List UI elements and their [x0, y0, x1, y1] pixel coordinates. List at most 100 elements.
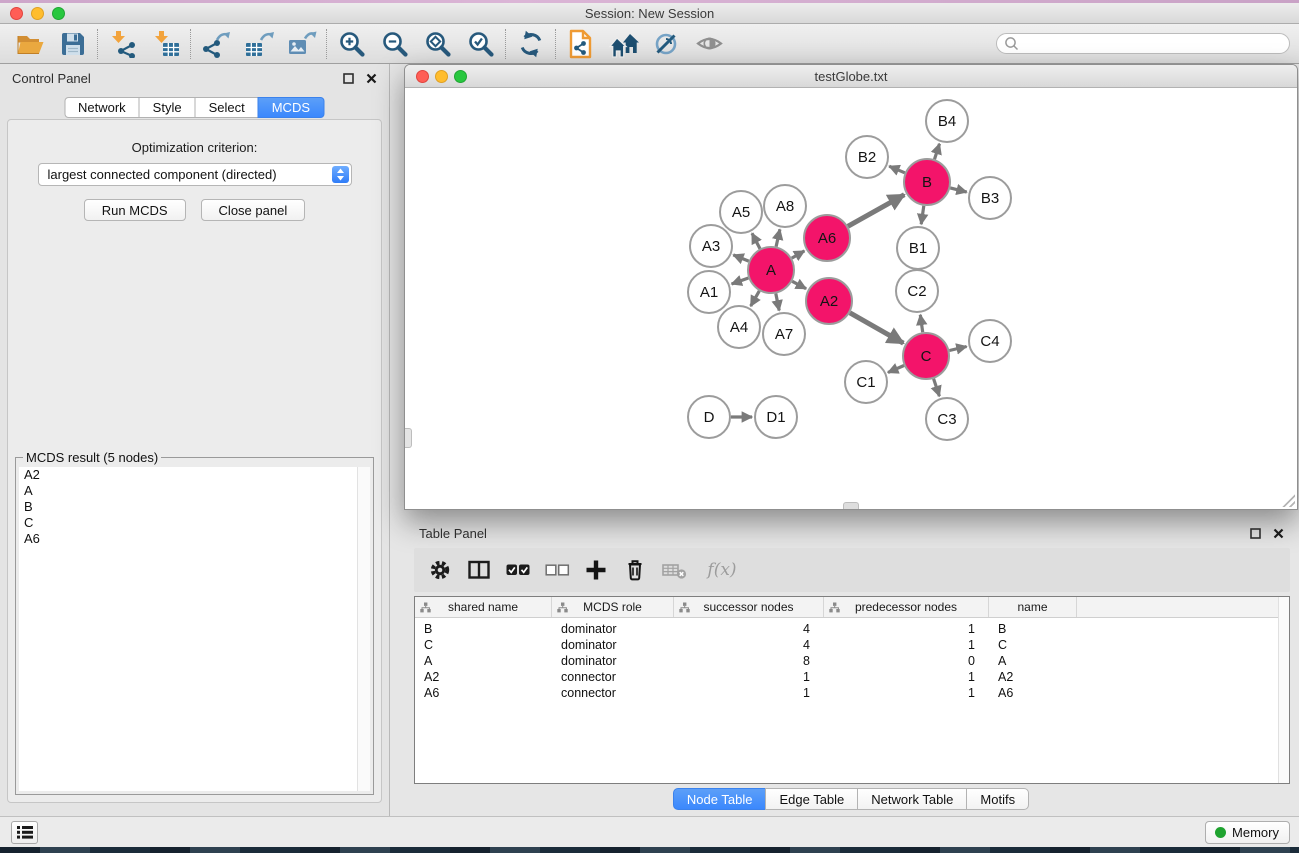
table-row[interactable]: Adominator80A	[415, 653, 1289, 669]
mcds-result-item[interactable]: A	[19, 483, 370, 499]
close-window-button[interactable]	[10, 7, 23, 20]
graph-edge-B-B3[interactable]	[950, 188, 966, 192]
network-canvas[interactable]: B4B2BB3A8A5A6A3B1AC2A1A2A4A7C4CC1DD1C3	[405, 88, 1297, 509]
new-network-from-selection-button[interactable]	[559, 26, 602, 62]
table-scrollbar-track[interactable]	[1278, 597, 1289, 783]
search-icon	[1004, 36, 1019, 51]
zoom-fit-button[interactable]	[416, 26, 459, 62]
graph-edge-C-C2[interactable]	[920, 315, 922, 332]
tab-node-table[interactable]: Node Table	[673, 788, 767, 810]
graph-edge-A-A7[interactable]	[776, 294, 779, 311]
graph-edge-C-C1[interactable]	[888, 366, 904, 373]
float-panel-icon[interactable]	[1250, 528, 1261, 539]
open-session-button[interactable]	[8, 26, 51, 62]
column-header-shared-name[interactable]: shared name	[415, 597, 552, 617]
criterion-selected-value: largest connected component (directed)	[48, 167, 277, 182]
zoom-in-button[interactable]	[330, 26, 373, 62]
import-network-icon	[108, 30, 138, 58]
app-titlebar[interactable]: Session: New Session	[0, 3, 1299, 24]
apply-layout-button[interactable]	[509, 26, 552, 62]
import-table-button[interactable]	[144, 26, 187, 62]
mcds-result-list[interactable]: A2ABCA6	[19, 467, 370, 791]
network-minimize-button[interactable]	[435, 70, 448, 83]
show-hide-button[interactable]	[688, 26, 731, 62]
graph-edge-A-A3[interactable]	[733, 255, 748, 261]
tab-edge-table[interactable]: Edge Table	[765, 788, 858, 810]
import-network-button[interactable]	[101, 26, 144, 62]
scrollbar-track[interactable]	[357, 467, 370, 791]
graph-edge-C-C3[interactable]	[934, 379, 940, 396]
close-panel-button[interactable]: Close panel	[201, 199, 306, 221]
select-all-columns-button[interactable]	[505, 557, 531, 583]
tab-motifs[interactable]: Motifs	[966, 788, 1029, 810]
zoom-selected-button[interactable]	[459, 26, 502, 62]
table-row[interactable]: A6connector11A6	[415, 685, 1289, 701]
column-view-button[interactable]	[466, 557, 492, 583]
zoom-window-button[interactable]	[52, 7, 65, 20]
zoom-out-button[interactable]	[373, 26, 416, 62]
table-settings-button[interactable]	[427, 557, 453, 583]
network-close-button[interactable]	[416, 70, 429, 83]
canvas-splitter-handle-bottom[interactable]	[843, 502, 859, 509]
network-canvas-svg[interactable]: B4B2BB3A8A5A6A3B1AC2A1A2A4A7C4CC1DD1C3	[405, 88, 1297, 509]
graph-edge-A-A5[interactable]	[752, 233, 760, 248]
table-row[interactable]: A2connector11A2	[415, 669, 1289, 685]
hide-graphics-details-button[interactable]	[645, 26, 688, 62]
graph-edge-A-A6[interactable]	[792, 251, 805, 258]
memory-status-icon	[1215, 827, 1226, 838]
minimize-window-button[interactable]	[31, 7, 44, 20]
function-builder-button[interactable]: f(x)	[700, 557, 744, 583]
float-panel-icon[interactable]	[343, 73, 354, 84]
graph-edge-C-C4[interactable]	[949, 347, 966, 351]
graph-edge-A-A2[interactable]	[792, 281, 806, 288]
table-row[interactable]: Cdominator41C	[415, 637, 1289, 653]
graph-edge-A2-C[interactable]	[850, 313, 904, 343]
delete-column-button[interactable]	[622, 557, 648, 583]
close-panel-icon[interactable]	[1273, 528, 1284, 539]
add-column-button[interactable]	[583, 557, 609, 583]
graph-edge-A-A4[interactable]	[751, 291, 760, 306]
tab-network-table[interactable]: Network Table	[857, 788, 967, 810]
network-window-titlebar[interactable]: testGlobe.txt	[405, 65, 1297, 88]
network-view-window[interactable]: testGlobe.txt B4B2BB3A8A5A6A3B1AC2A1A2A4…	[404, 64, 1298, 510]
column-header-predecessor-nodes[interactable]: predecessor nodes	[824, 597, 989, 617]
unselect-all-columns-button[interactable]	[544, 557, 570, 583]
network-zoom-button[interactable]	[454, 70, 467, 83]
tab-style[interactable]: Style	[139, 97, 196, 118]
mcds-result-item[interactable]: B	[19, 499, 370, 515]
cell-name: B	[989, 621, 1077, 637]
cell-mcds_role: connector	[552, 685, 674, 701]
graph-edge-B-B1[interactable]	[921, 206, 924, 224]
tab-network[interactable]: Network	[64, 97, 140, 118]
canvas-splitter-handle-left[interactable]	[405, 428, 412, 448]
graph-edge-B-B4[interactable]	[935, 144, 940, 159]
run-mcds-button[interactable]: Run MCDS	[84, 199, 186, 221]
cell-shared_name: A	[415, 653, 552, 669]
graph-edge-B-B2[interactable]	[889, 166, 905, 173]
search-box[interactable]	[996, 33, 1290, 54]
export-network-button[interactable]	[194, 26, 237, 62]
column-header-mcds-role[interactable]: MCDS role	[552, 597, 674, 617]
criterion-select[interactable]: largest connected component (directed)	[38, 163, 352, 186]
tab-mcds[interactable]: MCDS	[258, 97, 324, 118]
graph-edge-A-A8[interactable]	[776, 229, 780, 246]
memory-button[interactable]: Memory	[1205, 821, 1290, 844]
column-header-successor-nodes[interactable]: successor nodes	[674, 597, 824, 617]
mcds-result-item[interactable]: A6	[19, 531, 370, 547]
mcds-result-item[interactable]: A2	[19, 467, 370, 483]
table-row[interactable]: Bdominator41B	[415, 621, 1289, 637]
search-input[interactable]	[1019, 35, 1289, 52]
tab-select[interactable]: Select	[195, 97, 259, 118]
home-views-button[interactable]	[602, 26, 645, 62]
graph-edge-A-A1[interactable]	[732, 278, 749, 284]
graph-node-label: A	[766, 262, 776, 279]
column-header-name[interactable]: name	[989, 597, 1077, 617]
graph-edge-A6-B[interactable]	[848, 195, 904, 227]
save-session-button[interactable]	[51, 26, 94, 62]
close-panel-icon[interactable]	[366, 73, 377, 84]
task-history-button[interactable]	[11, 821, 38, 844]
export-table-button[interactable]	[237, 26, 280, 62]
delete-table-button[interactable]	[661, 557, 687, 583]
mcds-result-item[interactable]: C	[19, 515, 370, 531]
export-image-button[interactable]	[280, 26, 323, 62]
